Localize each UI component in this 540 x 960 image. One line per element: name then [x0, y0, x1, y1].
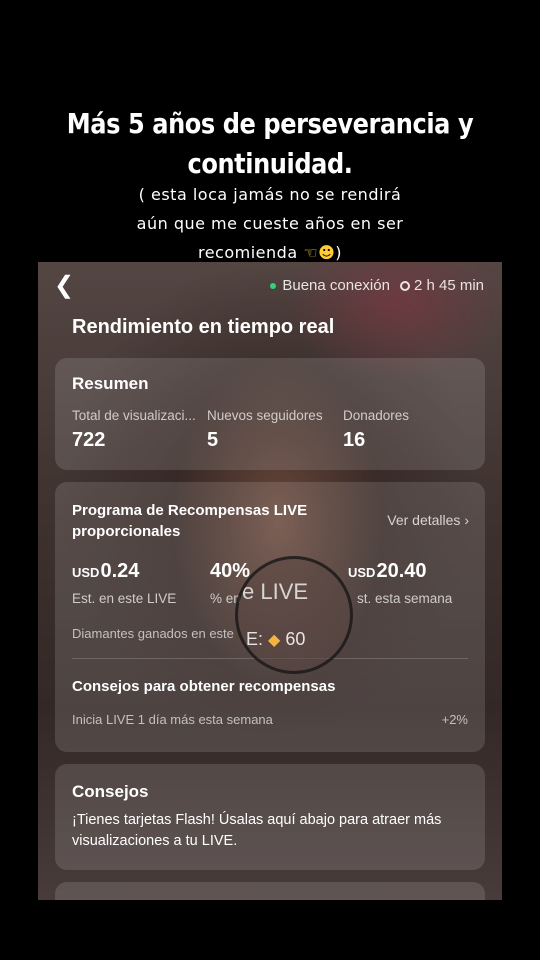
- stat-value-donors: 16: [343, 429, 366, 451]
- connection-status: Buena conexión 2 h 45 min: [270, 277, 484, 294]
- week-value: 20.40: [376, 560, 427, 582]
- rewards-title: Programa de Recompensas LIVE proporciona…: [72, 502, 308, 540]
- timer-icon: [399, 281, 410, 291]
- chevron-left-icon[interactable]: ❮: [54, 274, 74, 298]
- caption-line-1: ( esta loca jamás no se rendirá: [138, 185, 402, 204]
- details-link[interactable]: Ver detalles ›: [387, 512, 469, 528]
- advice-text: ¡Tienes tarjetas Flash! Úsalas aquí abaj…: [72, 812, 442, 849]
- status-dot-icon: [270, 283, 277, 290]
- pointing-hand-icon: ☜: [303, 243, 319, 262]
- stat-value-followers: 5: [207, 429, 219, 451]
- magnifier-gem-row: E: ◆ 60: [246, 629, 305, 650]
- diamond-icon: ◆: [268, 632, 281, 649]
- app-screenshot: ❮ Buena conexión 2 h 45 min Rendimiento e…: [38, 262, 502, 900]
- sunglasses-face-icon: ☻: [318, 243, 336, 262]
- currency-label-week: USD: [348, 565, 376, 580]
- est-live-value: 0.24: [100, 560, 140, 582]
- connection-label: Buena conexión: [282, 277, 390, 294]
- page-title: Rendimiento en tiempo real: [72, 316, 335, 338]
- diamonds-label: Diamantes ganados en este: [72, 626, 234, 641]
- summary-card: Resumen Total de visualizaci... 722 Nuev…: [55, 358, 485, 470]
- caption-end: ): [335, 243, 342, 262]
- caption-line-3-text: recomienda: [197, 243, 298, 262]
- stat-label-followers: Nuevos seguidores: [207, 408, 323, 423]
- duration-label: 2 h 45 min: [413, 277, 484, 294]
- week-amount: USD20.40: [348, 560, 427, 583]
- next-card: [55, 882, 485, 900]
- magnifier-gem-prefix: E:: [246, 629, 264, 649]
- est-live-label: Est. en este LIVE: [72, 591, 177, 606]
- magnifier-lens: e LIVE E: ◆ 60: [235, 556, 353, 674]
- caption-line-2: aún que me cueste años en ser: [136, 214, 404, 233]
- est-live-amount: USD0.24: [72, 560, 139, 583]
- rewards-tips-heading: Consejos para obtener recompensas: [72, 678, 336, 695]
- stat-value-views: 722: [72, 429, 106, 451]
- stat-label-donors: Donadores: [343, 408, 410, 423]
- week-label: st. esta semana: [357, 591, 453, 606]
- tip-text: Inicia LIVE 1 día más esta semana: [72, 712, 273, 727]
- diamond-count: 60: [285, 629, 306, 649]
- advice-heading: Consejos: [72, 782, 149, 801]
- stat-label-views: Total de visualizaci...: [72, 408, 196, 423]
- chevron-right-icon: ›: [464, 512, 469, 528]
- caption-title: Más 5 años de perseverancia y continuida…: [66, 107, 474, 180]
- currency-label: USD: [72, 565, 100, 580]
- advice-card: Consejos ¡Tienes tarjetas Flash! Úsalas …: [55, 764, 485, 870]
- summary-heading: Resumen: [72, 374, 149, 393]
- details-link-label: Ver detalles: [387, 512, 461, 528]
- top-bar: ❮ Buena conexión 2 h 45 min: [38, 274, 502, 298]
- caption-subtitle: ( esta loca jamás no se rendirá aún que …: [40, 180, 500, 267]
- magnifier-live-text: e LIVE: [242, 579, 309, 604]
- tip-bonus: +2%: [441, 712, 468, 727]
